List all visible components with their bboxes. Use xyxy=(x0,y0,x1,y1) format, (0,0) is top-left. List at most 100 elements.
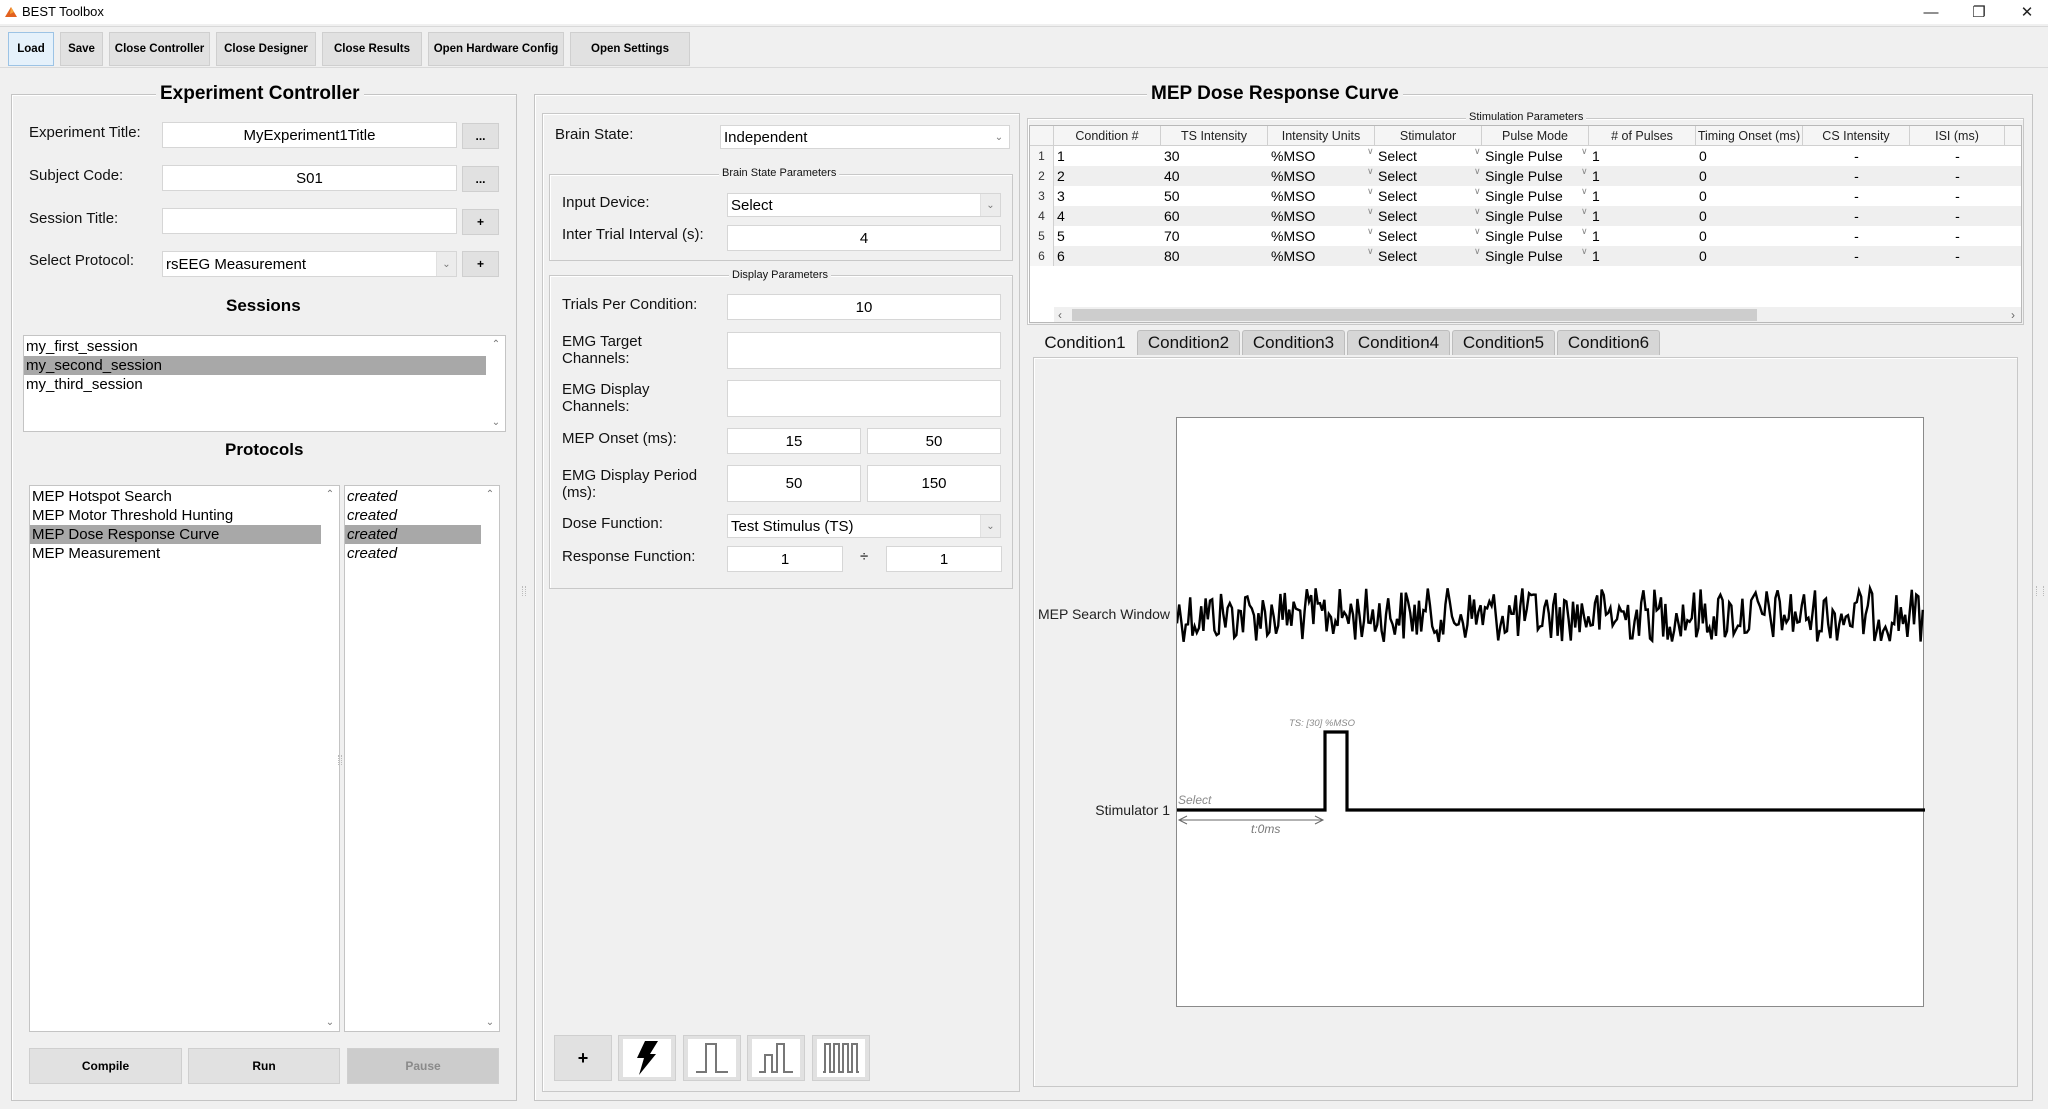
scroll-up-icon[interactable]: ⌃ xyxy=(483,489,497,500)
table-cell-cs[interactable]: - xyxy=(1803,166,1910,186)
row-number[interactable]: 3 xyxy=(1030,186,1054,206)
table-cell-onset[interactable]: 0 xyxy=(1699,166,1707,186)
column-header[interactable]: Stimulator xyxy=(1375,126,1482,146)
pause-button[interactable]: Pause xyxy=(347,1048,499,1084)
horizontal-scrollbar[interactable]: ‹ › xyxy=(1054,307,2021,322)
run-button[interactable]: Run xyxy=(188,1048,340,1084)
table-cell-pulses[interactable]: 1 xyxy=(1592,246,1600,266)
chevron-down-icon[interactable]: ∨ xyxy=(1474,206,1481,217)
emg-display-channels-input[interactable] xyxy=(727,380,1001,417)
table-cell-ts[interactable]: 60 xyxy=(1164,206,1180,226)
table-cell-stim[interactable]: Select xyxy=(1378,246,1417,266)
row-number[interactable]: 6 xyxy=(1030,246,1054,266)
table-cell-units[interactable]: %MSO xyxy=(1271,246,1315,266)
inter-trial-interval-input[interactable]: 4 xyxy=(727,225,1001,251)
table-cell-mode[interactable]: Single Pulse xyxy=(1485,186,1563,206)
table-cell-cs[interactable]: - xyxy=(1803,146,1910,166)
table-cell-mode[interactable]: Single Pulse xyxy=(1485,226,1563,246)
table-cell-units[interactable]: %MSO xyxy=(1271,186,1315,206)
table-cell-isi[interactable]: - xyxy=(1910,226,2005,246)
tab-condition-1[interactable]: Condition1 xyxy=(1040,328,1130,356)
table-cell-ts[interactable]: 50 xyxy=(1164,186,1180,206)
scroll-right-icon[interactable]: › xyxy=(2011,308,2015,322)
response-function-numerator-input[interactable]: 1 xyxy=(727,546,843,572)
scroll-down-icon[interactable]: ⌄ xyxy=(323,1017,337,1028)
close-designer-button[interactable]: Close Designer xyxy=(216,32,316,66)
column-header[interactable]: Condition # xyxy=(1054,126,1161,146)
protocol-item[interactable]: MEP Hotspot Search xyxy=(30,487,321,506)
subject-code-browse-button[interactable]: ... xyxy=(462,166,499,192)
table-cell-mode[interactable]: Single Pulse xyxy=(1485,206,1563,226)
open-hardware-config-button[interactable]: Open Hardware Config xyxy=(428,32,564,66)
chevron-down-icon[interactable]: ∨ xyxy=(1581,206,1588,217)
column-header[interactable]: Pulse Mode xyxy=(1482,126,1589,146)
column-header[interactable]: Timing Onset (ms) xyxy=(1696,126,1803,146)
stimulation-parameters-table[interactable]: Condition # TS Intensity Intensity Units… xyxy=(1029,125,2022,323)
table-cell-onset[interactable]: 0 xyxy=(1699,146,1707,166)
open-settings-button[interactable]: Open Settings xyxy=(570,32,690,66)
table-cell-pulses[interactable]: 1 xyxy=(1592,146,1600,166)
tab-condition-6[interactable]: Condition6 xyxy=(1557,330,1660,355)
table-cell-isi[interactable]: - xyxy=(1910,166,2005,186)
protocol-item[interactable]: MEP Motor Threshold Hunting xyxy=(30,506,321,525)
table-cell-ts[interactable]: 70 xyxy=(1164,226,1180,246)
table-cell-onset[interactable]: 0 xyxy=(1699,206,1707,226)
tab-condition-2[interactable]: Condition2 xyxy=(1137,330,1240,355)
table-row[interactable]: 6 6 80 %MSO ∨ Select ∨ Single Pulse ∨ 1 0 - - xyxy=(1030,246,2021,266)
table-row[interactable]: 2 2 40 %MSO ∨ Select ∨ Single Pulse ∨ 1 0 - - xyxy=(1030,166,2021,186)
table-cell-stim[interactable]: Select xyxy=(1378,166,1417,186)
add-protocol-button[interactable]: + xyxy=(462,251,499,277)
protocol-status-list[interactable]: created created created created ⌃ ⌄ xyxy=(344,485,500,1032)
table-row[interactable]: 4 4 60 %MSO ∨ Select ∨ Single Pulse ∨ 1 0 - - xyxy=(1030,206,2021,226)
table-cell-stim[interactable]: Select xyxy=(1378,206,1417,226)
chevron-down-icon[interactable]: ∨ xyxy=(1367,166,1374,177)
table-cell-isi[interactable]: - xyxy=(1910,246,2005,266)
row-number[interactable]: 5 xyxy=(1030,226,1054,246)
single-pulse-button[interactable] xyxy=(683,1035,741,1081)
table-cell-cond[interactable]: 1 xyxy=(1057,146,1065,166)
protocol-item-selected[interactable]: MEP Dose Response Curve xyxy=(30,525,321,544)
restore-button[interactable]: ❐ xyxy=(1956,0,2002,24)
table-cell-cs[interactable]: - xyxy=(1803,246,1910,266)
table-cell-onset[interactable]: 0 xyxy=(1699,246,1707,266)
scroll-up-icon[interactable]: ⌃ xyxy=(489,339,503,350)
table-cell-pulses[interactable]: 1 xyxy=(1592,206,1600,226)
protocol-item[interactable]: MEP Measurement xyxy=(30,544,321,563)
table-row[interactable]: 3 3 50 %MSO ∨ Select ∨ Single Pulse ∨ 1 0 - - xyxy=(1030,186,2021,206)
chevron-down-icon[interactable]: ∨ xyxy=(1474,166,1481,177)
chevron-down-icon[interactable]: ∨ xyxy=(1367,186,1374,197)
table-row[interactable]: 5 5 70 %MSO ∨ Select ∨ Single Pulse ∨ 1 0 - - xyxy=(1030,226,2021,246)
row-number[interactable]: 2 xyxy=(1030,166,1054,186)
chevron-down-icon[interactable]: ∨ xyxy=(1581,246,1588,257)
table-cell-mode[interactable]: Single Pulse xyxy=(1485,146,1563,166)
table-cell-stim[interactable]: Select xyxy=(1378,146,1417,166)
session-item-selected[interactable]: my_second_session xyxy=(24,356,486,375)
chevron-down-icon[interactable]: ∨ xyxy=(1474,186,1481,197)
table-cell-onset[interactable]: 0 xyxy=(1699,186,1707,206)
table-cell-isi[interactable]: - xyxy=(1910,186,2005,206)
emg-target-channels-input[interactable] xyxy=(727,332,1001,369)
experiment-title-browse-button[interactable]: ... xyxy=(462,123,499,149)
table-cell-cs[interactable]: - xyxy=(1803,206,1910,226)
table-cell-cond[interactable]: 3 xyxy=(1057,186,1065,206)
table-cell-onset[interactable]: 0 xyxy=(1699,226,1707,246)
column-header[interactable]: CS Intensity xyxy=(1803,126,1910,146)
scroll-down-icon[interactable]: ⌄ xyxy=(483,1017,497,1028)
table-cell-isi[interactable]: - xyxy=(1910,206,2005,226)
emg-display-period-to-input[interactable]: 150 xyxy=(867,465,1001,502)
input-device-dropdown[interactable]: Select ⌄ xyxy=(727,193,1001,217)
session-item[interactable]: my_third_session xyxy=(24,375,486,394)
experiment-title-input[interactable]: MyExperiment1Title xyxy=(162,122,457,148)
mep-onset-from-input[interactable]: 15 xyxy=(727,428,861,454)
row-number[interactable]: 4 xyxy=(1030,206,1054,226)
close-controller-button[interactable]: Close Controller xyxy=(109,32,210,66)
trials-per-condition-input[interactable]: 10 xyxy=(727,294,1001,320)
row-number[interactable]: 1 xyxy=(1030,146,1054,166)
brain-state-dropdown[interactable]: Independent ⌄ xyxy=(720,125,1010,149)
column-header[interactable]: ISI (ms) xyxy=(1910,126,2005,146)
table-row[interactable]: 1 1 30 %MSO ∨ Select ∨ Single Pulse ∨ 1 0- - xyxy=(1030,146,2021,166)
paired-pulse-button[interactable] xyxy=(747,1035,805,1081)
compile-button[interactable]: Compile xyxy=(29,1048,182,1084)
close-results-button[interactable]: Close Results xyxy=(322,32,422,66)
chevron-down-icon[interactable]: ∨ xyxy=(1474,226,1481,237)
